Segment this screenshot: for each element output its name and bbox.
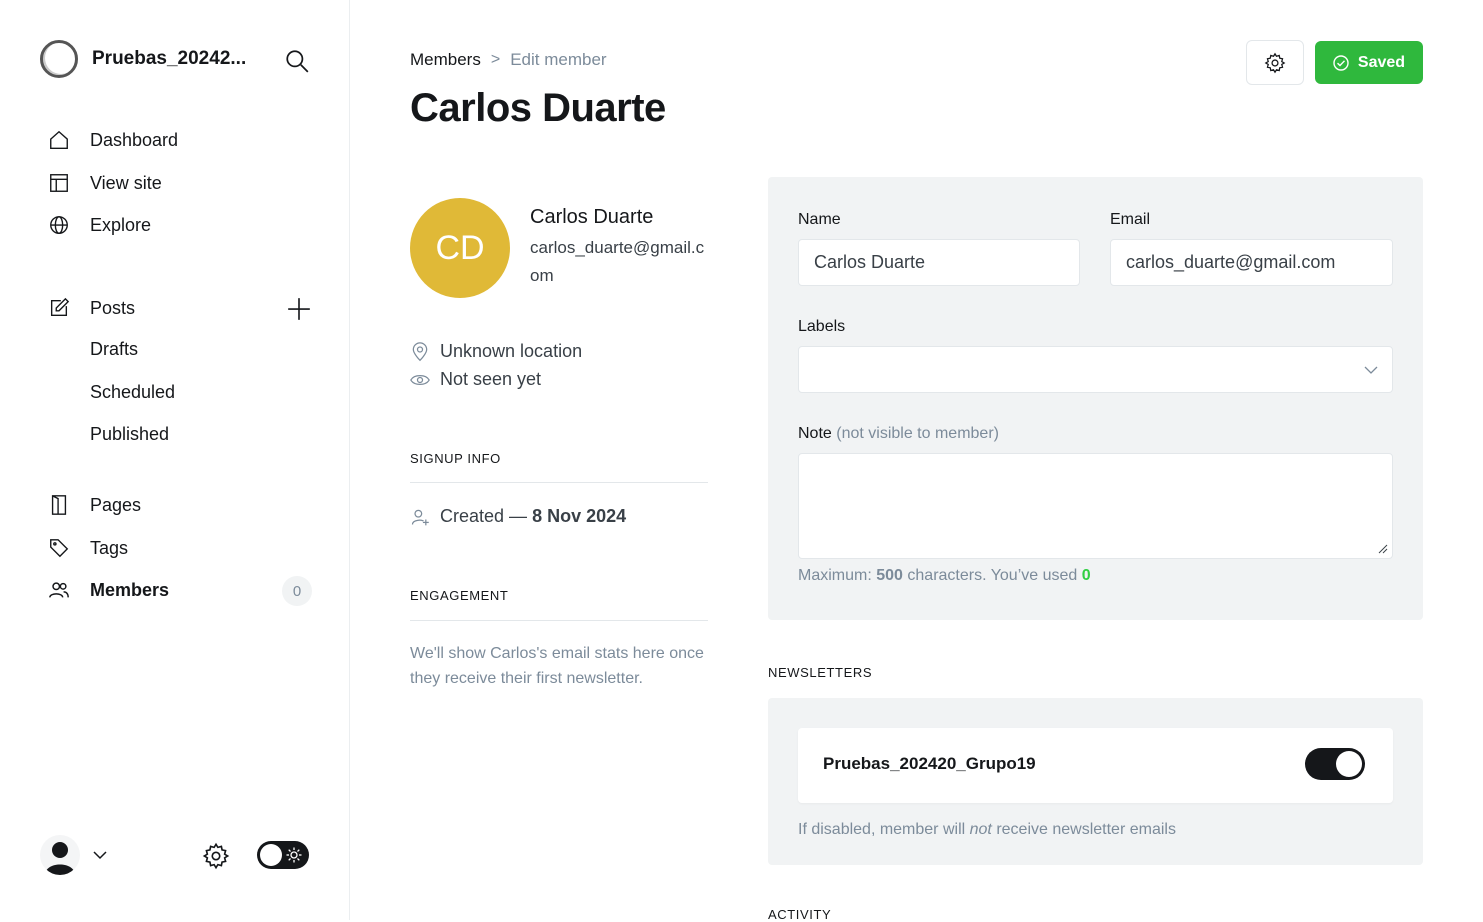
sidebar-item-view-site[interactable]: View site	[48, 171, 162, 195]
name-label: Name	[798, 211, 841, 228]
sidebar-item-label: View site	[90, 172, 162, 193]
globe-icon	[48, 214, 70, 236]
eye-icon	[410, 370, 430, 390]
main-content: Members > Edit member Carlos Duarte Save…	[350, 0, 1483, 922]
chevron-down-icon[interactable]	[92, 848, 108, 862]
site-brand[interactable]: Pruebas_20242...	[40, 40, 262, 78]
location-text: Unknown location	[440, 341, 583, 361]
member-email: carlos_duarte@gmail.com	[530, 238, 705, 285]
user-avatar[interactable]	[40, 835, 80, 875]
counter-max: 500	[876, 567, 903, 584]
note-label-text: Note	[798, 425, 832, 442]
engagement-heading: ENGAGEMENT	[410, 588, 509, 603]
save-button[interactable]: Saved	[1315, 41, 1423, 84]
add-post-icon[interactable]	[286, 296, 312, 322]
sidebar-item-scheduled[interactable]: Scheduled	[90, 382, 175, 403]
site-logo-icon	[40, 40, 78, 78]
created-date: 8 Nov 2024	[532, 506, 627, 526]
user-silhouette-icon	[45, 842, 75, 875]
newsletter-subscription-toggle[interactable]	[1305, 748, 1365, 780]
sidebar-item-label: Pages	[90, 494, 142, 515]
note-label-hint: (not visible to member)	[836, 425, 999, 442]
divider	[410, 620, 708, 621]
hint-after: receive newsletter emails	[996, 821, 1176, 838]
sidebar-item-pages[interactable]: Pages	[48, 493, 141, 517]
sidebar: Pruebas_20242... Dashboard View site Exp…	[0, 0, 350, 920]
settings-gear-icon[interactable]	[202, 842, 230, 870]
hint-before: If disabled, member will	[798, 821, 966, 838]
email-label: Email	[1110, 211, 1151, 228]
sidebar-item-label: Members	[90, 579, 170, 600]
newsletters-heading: NEWSLETTERS	[768, 665, 873, 680]
gear-icon	[1264, 52, 1286, 73]
sidebar-item-label: Posts	[90, 297, 136, 318]
labels-label: Labels	[798, 318, 846, 335]
email-field[interactable]: carlos_duarte@gmail.com	[1110, 239, 1393, 286]
home-icon	[48, 129, 70, 151]
counter-mid: characters. You’ve used	[907, 567, 1078, 584]
sidebar-item-posts[interactable]: Posts	[48, 296, 135, 320]
tag-icon	[48, 537, 70, 559]
sidebar-item-label: Explore	[90, 214, 152, 235]
dark-mode-toggle[interactable]	[257, 841, 309, 869]
site-name: Pruebas_20242...	[92, 48, 247, 69]
toggle-knob	[1336, 751, 1362, 777]
search-icon[interactable]	[284, 48, 310, 74]
sidebar-item-tags[interactable]: Tags	[48, 536, 128, 560]
last-seen-text: Not seen yet	[440, 369, 542, 389]
signup-info-heading: SIGNUP INFO	[410, 451, 501, 466]
breadcrumb-separator: >	[490, 51, 501, 68]
note-textarea[interactable]	[798, 453, 1393, 559]
sidebar-item-published[interactable]: Published	[90, 424, 169, 445]
newsletter-hint: If disabled, member will not receive new…	[798, 821, 1176, 839]
members-count-badge: 0	[282, 576, 312, 606]
member-last-seen: Not seen yet	[410, 369, 541, 390]
sidebar-item-members[interactable]: Members	[48, 578, 169, 602]
member-actions-button[interactable]	[1246, 40, 1304, 85]
chevron-down-icon	[1364, 366, 1378, 374]
check-circle-icon	[1333, 54, 1349, 71]
toggle-knob	[260, 844, 282, 866]
name-field[interactable]: Carlos Duarte	[798, 239, 1080, 286]
members-icon	[48, 579, 70, 601]
engagement-text: We'll show Carlos's email stats here onc…	[410, 645, 704, 687]
location-pin-icon	[410, 341, 430, 362]
resize-handle-icon[interactable]	[1378, 544, 1388, 554]
sun-icon	[286, 847, 302, 863]
sidebar-item-drafts[interactable]: Drafts	[90, 339, 138, 360]
sidebar-item-label: Tags	[90, 537, 129, 558]
pages-icon	[48, 494, 70, 516]
breadcrumb-current: Edit member	[510, 50, 607, 69]
newsletter-name: Pruebas_202420_Grupo19	[823, 754, 1036, 773]
note-label: Note (not visible to member)	[798, 425, 999, 443]
user-add-icon	[410, 507, 430, 527]
layout-icon	[48, 172, 70, 194]
breadcrumb-members-link[interactable]: Members	[410, 50, 481, 70]
newsletter-item: Pruebas_202420_Grupo19	[798, 728, 1393, 803]
sidebar-item-dashboard[interactable]: Dashboard	[48, 128, 178, 152]
hint-emphasis: not	[969, 821, 992, 838]
created-info: Created — 8 Nov 2024	[410, 506, 626, 527]
breadcrumb: Members > Edit member	[410, 50, 607, 70]
member-avatar: CD	[410, 198, 510, 298]
newsletters-panel: Pruebas_202420_Grupo19 If disabled, memb…	[768, 698, 1423, 865]
created-prefix: Created —	[440, 506, 528, 526]
counter-used: 0	[1081, 567, 1091, 584]
sidebar-item-label: Dashboard	[90, 129, 179, 150]
labels-select[interactable]	[798, 346, 1393, 393]
sidebar-item-explore[interactable]: Explore	[48, 213, 151, 237]
member-name: Carlos Duarte	[530, 206, 654, 228]
counter-prefix: Maximum:	[798, 567, 872, 584]
member-form: Name Carlos Duarte Email carlos_duarte@g…	[768, 177, 1423, 620]
save-button-label: Saved	[1357, 53, 1406, 71]
edit-icon	[48, 297, 70, 319]
note-char-counter: Maximum: 500 characters. You’ve used 0	[798, 567, 1091, 585]
page-title: Carlos Duarte	[410, 86, 666, 130]
member-location: Unknown location	[410, 341, 582, 362]
divider	[410, 482, 708, 483]
